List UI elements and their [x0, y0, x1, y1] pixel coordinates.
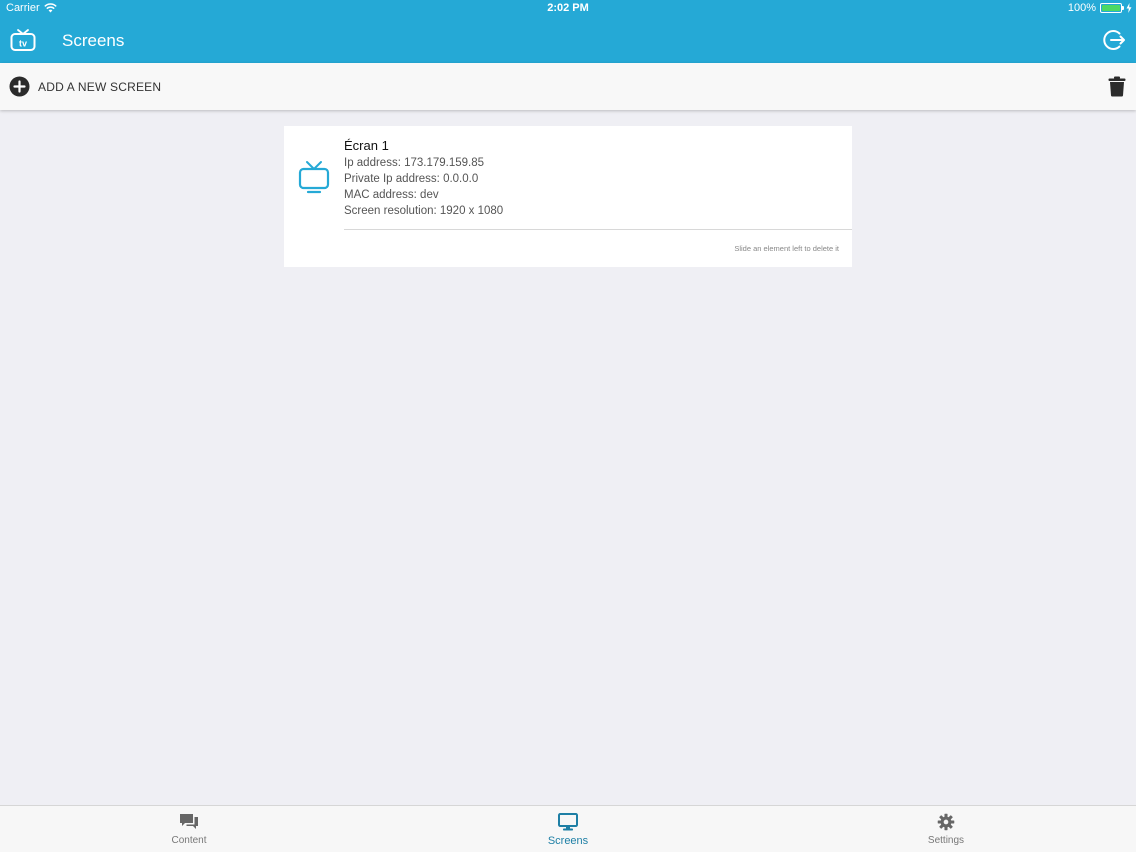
- screen-card-body: Écran 1 Ip address: 173.179.159.85 Priva…: [344, 138, 852, 219]
- battery-icon: [1100, 3, 1124, 13]
- logout-icon[interactable]: [1102, 28, 1126, 52]
- battery-fill: [1102, 5, 1120, 11]
- status-right: 100%: [1068, 2, 1132, 14]
- screen-resolution: Screen resolution: 1920 x 1080: [344, 205, 504, 217]
- trash-icon[interactable]: [1108, 76, 1126, 97]
- tab-content-label: Content: [171, 835, 207, 846]
- tab-content[interactable]: Content: [109, 806, 269, 852]
- top-header: Carrier 2:02 PM 100% tv Screens: [0, 0, 1136, 63]
- screen-mac: MAC address: dev: [344, 189, 439, 201]
- charging-icon: [1126, 3, 1132, 13]
- battery-percent: 100%: [1067, 2, 1096, 14]
- tv-logo-icon[interactable]: tv: [10, 27, 36, 53]
- add-screen-label: ADD A NEW SCREEN: [38, 79, 162, 94]
- chat-icon: [180, 814, 198, 829]
- screen-ip: Ip address: 173.179.159.85: [344, 157, 485, 169]
- gear-icon: [937, 813, 955, 831]
- app-root: Carrier 2:02 PM 100% tv Screens ADD A NE…: [0, 0, 1136, 852]
- tab-bar: Content Screens Settings: [0, 805, 1136, 852]
- toolbar: ADD A NEW SCREEN: [0, 63, 1136, 110]
- nav-bar: tv Screens: [0, 18, 1136, 63]
- add-screen-button[interactable]: ADD A NEW SCREEN: [9, 76, 161, 97]
- tab-screens[interactable]: Screens: [488, 806, 648, 852]
- status-bar: Carrier 2:02 PM 100%: [0, 0, 1136, 18]
- status-time: 2:02 PM: [547, 2, 589, 14]
- screen-private-ip: Private Ip address: 0.0.0.0: [344, 173, 479, 185]
- tab-screens-label: Screens: [547, 835, 589, 847]
- screen-name: Écran 1: [344, 138, 389, 153]
- tab-settings-label: Settings: [927, 835, 965, 846]
- monitor-icon: [558, 813, 578, 831]
- card-divider: [344, 229, 852, 230]
- svg-text:tv: tv: [19, 39, 27, 49]
- page-title: Screens: [62, 31, 125, 50]
- swipe-hint: Slide an element left to delete it: [734, 244, 839, 253]
- screen-card[interactable]: Écran 1 Ip address: 173.179.159.85 Priva…: [284, 126, 852, 267]
- plus-circle-icon: [9, 76, 30, 97]
- tv-icon: [298, 161, 330, 194]
- tab-settings[interactable]: Settings: [866, 806, 1026, 852]
- battery-tip: [1122, 6, 1124, 10]
